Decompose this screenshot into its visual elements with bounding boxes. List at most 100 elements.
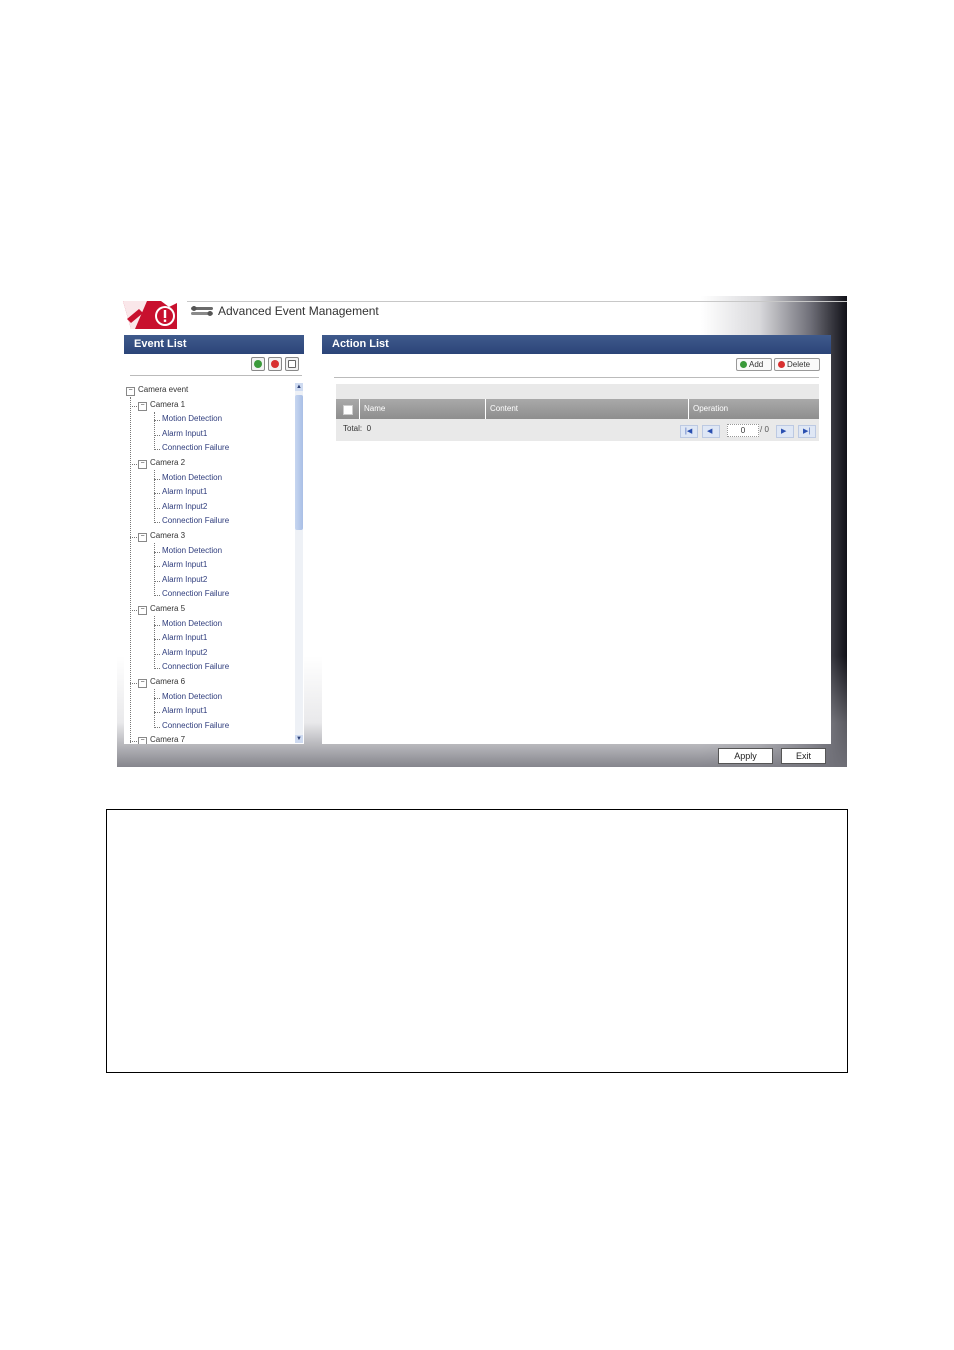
action-list-heading: Action List bbox=[322, 335, 831, 354]
tree-toggle-camera[interactable]: − bbox=[138, 460, 147, 469]
select-all-cell bbox=[336, 399, 360, 419]
tree-event-item-label: Motion Detection bbox=[162, 472, 223, 482]
tree-event-item-label: Alarm Input1 bbox=[162, 428, 208, 438]
event-alarm-logo bbox=[123, 301, 177, 329]
tree-event-item[interactable]: Alarm Input2 bbox=[162, 648, 207, 657]
prev-page-button[interactable]: ◀ bbox=[702, 425, 720, 438]
tree-event-item-label: Alarm Input2 bbox=[162, 501, 208, 511]
delete-event-button[interactable] bbox=[268, 357, 282, 371]
tree-connector bbox=[154, 411, 155, 451]
tree-root-label: Camera event bbox=[138, 385, 189, 394]
action-grid: Name Content Operation Total: 0 |◀ ◀ 0 /… bbox=[336, 384, 819, 441]
tree-toggle-root[interactable]: − bbox=[126, 387, 135, 396]
select-all-checkbox[interactable] bbox=[343, 405, 353, 415]
tree-event-item[interactable]: Alarm Input1 bbox=[162, 429, 207, 438]
tree-event-item[interactable]: Motion Detection bbox=[162, 473, 222, 482]
tree-event-item[interactable]: Connection Failure bbox=[162, 443, 229, 452]
tree-connector bbox=[130, 683, 137, 684]
tree-camera-label: Camera 3 bbox=[150, 531, 186, 540]
tree-event-item-label: Alarm Input1 bbox=[162, 560, 208, 570]
tree-event-item[interactable]: Connection Failure bbox=[162, 589, 229, 598]
tree-camera[interactable]: Camera 3 bbox=[150, 531, 185, 540]
toolbar-divider bbox=[130, 375, 302, 376]
tree-toggle-camera[interactable]: − bbox=[138, 679, 147, 688]
event-list-panel: Event List − Camera event − Camera 1 Motion … bbox=[124, 335, 304, 744]
tree-camera-label: Camera 5 bbox=[150, 604, 186, 613]
tree-event-item[interactable]: Motion Detection bbox=[162, 546, 222, 555]
tree-camera[interactable]: Camera 6 bbox=[150, 677, 185, 686]
edit-event-button[interactable] bbox=[285, 357, 299, 371]
page-title: Advanced Event Management bbox=[218, 304, 379, 318]
action-toolbar-divider bbox=[334, 377, 819, 378]
tree-event-item[interactable]: Alarm Input2 bbox=[162, 575, 207, 584]
header-divider bbox=[187, 301, 847, 302]
tree-connector bbox=[130, 464, 137, 465]
empty-frame bbox=[106, 809, 848, 1073]
tree-event-item-label: Alarm Input2 bbox=[162, 647, 208, 657]
tree-toggle-camera[interactable]: − bbox=[138, 401, 147, 411]
tree-event-item[interactable]: Alarm Input1 bbox=[162, 560, 207, 569]
exit-button[interactable]: Exit bbox=[781, 748, 826, 764]
tree-event-item-label: Motion Detection bbox=[162, 545, 223, 555]
column-name[interactable]: Name bbox=[360, 399, 486, 419]
tree-root[interactable]: Camera event bbox=[138, 385, 188, 394]
tree-event-item-label: Motion Detection bbox=[162, 691, 223, 701]
page-total: / 0 bbox=[760, 425, 769, 434]
tree-camera[interactable]: Camera 1 bbox=[150, 400, 185, 409]
scroll-up-icon[interactable]: ▲ bbox=[295, 383, 303, 391]
last-page-button[interactable]: ▶| bbox=[798, 425, 816, 438]
delete-icon bbox=[778, 361, 785, 368]
tree-event-item[interactable]: Alarm Input2 bbox=[162, 502, 207, 511]
tree-connector bbox=[154, 616, 155, 670]
scroll-down-icon[interactable]: ▼ bbox=[295, 735, 303, 743]
tree-scrollbar[interactable]: ▲ ▼ bbox=[295, 383, 303, 743]
tree-event-item[interactable]: Connection Failure bbox=[162, 662, 229, 671]
next-page-button[interactable]: ▶ bbox=[776, 425, 794, 438]
tree-toggle-camera[interactable]: − bbox=[138, 533, 147, 542]
scroll-thumb[interactable] bbox=[295, 395, 303, 530]
tree-connector bbox=[130, 741, 137, 743]
tree-camera-label: Camera 2 bbox=[150, 458, 186, 467]
delete-icon bbox=[271, 360, 279, 368]
tree-toggle-camera[interactable]: − bbox=[138, 606, 147, 615]
page-number-input[interactable]: 0 bbox=[727, 424, 759, 437]
tree-camera[interactable]: Camera 5 bbox=[150, 604, 185, 613]
tree-event-item[interactable]: Motion Detection bbox=[162, 414, 222, 423]
tree-event-item-label: Motion Detection bbox=[162, 414, 223, 424]
tree-event-item-label: Connection Failure bbox=[162, 443, 230, 453]
tree-event-item-label: Motion Detection bbox=[162, 618, 223, 628]
tree-event-item[interactable]: Motion Detection bbox=[162, 692, 222, 701]
column-operation[interactable]: Operation bbox=[689, 399, 819, 419]
tree-event-item[interactable]: Alarm Input1 bbox=[162, 487, 207, 496]
last-page-icon: ▶| bbox=[803, 428, 811, 435]
event-list-heading: Event List bbox=[124, 335, 304, 354]
tree-connector bbox=[130, 405, 137, 407]
column-content[interactable]: Content bbox=[486, 399, 689, 419]
tree-connector bbox=[154, 543, 155, 597]
delete-action-button[interactable]: Delete bbox=[774, 358, 820, 371]
delete-label: Delete bbox=[787, 360, 811, 369]
tree-toggle-camera[interactable]: − bbox=[138, 737, 147, 744]
add-event-button[interactable] bbox=[251, 357, 265, 371]
tree-event-item[interactable]: Motion Detection bbox=[162, 619, 222, 628]
apply-button[interactable]: Apply bbox=[718, 748, 773, 764]
tree-event-item[interactable]: Alarm Input1 bbox=[162, 633, 207, 642]
total-value: 0 bbox=[366, 424, 372, 433]
edit-icon bbox=[288, 360, 296, 368]
tree-event-item[interactable]: Connection Failure bbox=[162, 516, 229, 525]
first-page-button[interactable]: |◀ bbox=[680, 425, 698, 438]
tree-connector bbox=[154, 689, 155, 728]
tree-event-item-label: Connection Failure bbox=[162, 589, 230, 599]
tree-event-item[interactable]: Alarm Input1 bbox=[162, 706, 207, 715]
event-tree: − Camera event − Camera 1 Motion Detection Al… bbox=[124, 381, 294, 744]
tree-connector bbox=[130, 610, 137, 611]
tree-camera[interactable]: Camera 2 bbox=[150, 458, 185, 467]
tree-event-item-label: Connection Failure bbox=[162, 516, 230, 526]
add-action-button[interactable]: Add bbox=[736, 358, 772, 371]
tree-camera[interactable]: Camera 7 bbox=[150, 735, 185, 744]
add-label: Add bbox=[749, 360, 764, 369]
grid-header: Name Content Operation bbox=[336, 399, 819, 419]
tree-event-item-label: Connection Failure bbox=[162, 662, 230, 672]
tree-event-item[interactable]: Connection Failure bbox=[162, 721, 229, 730]
tools-icon bbox=[191, 306, 213, 316]
